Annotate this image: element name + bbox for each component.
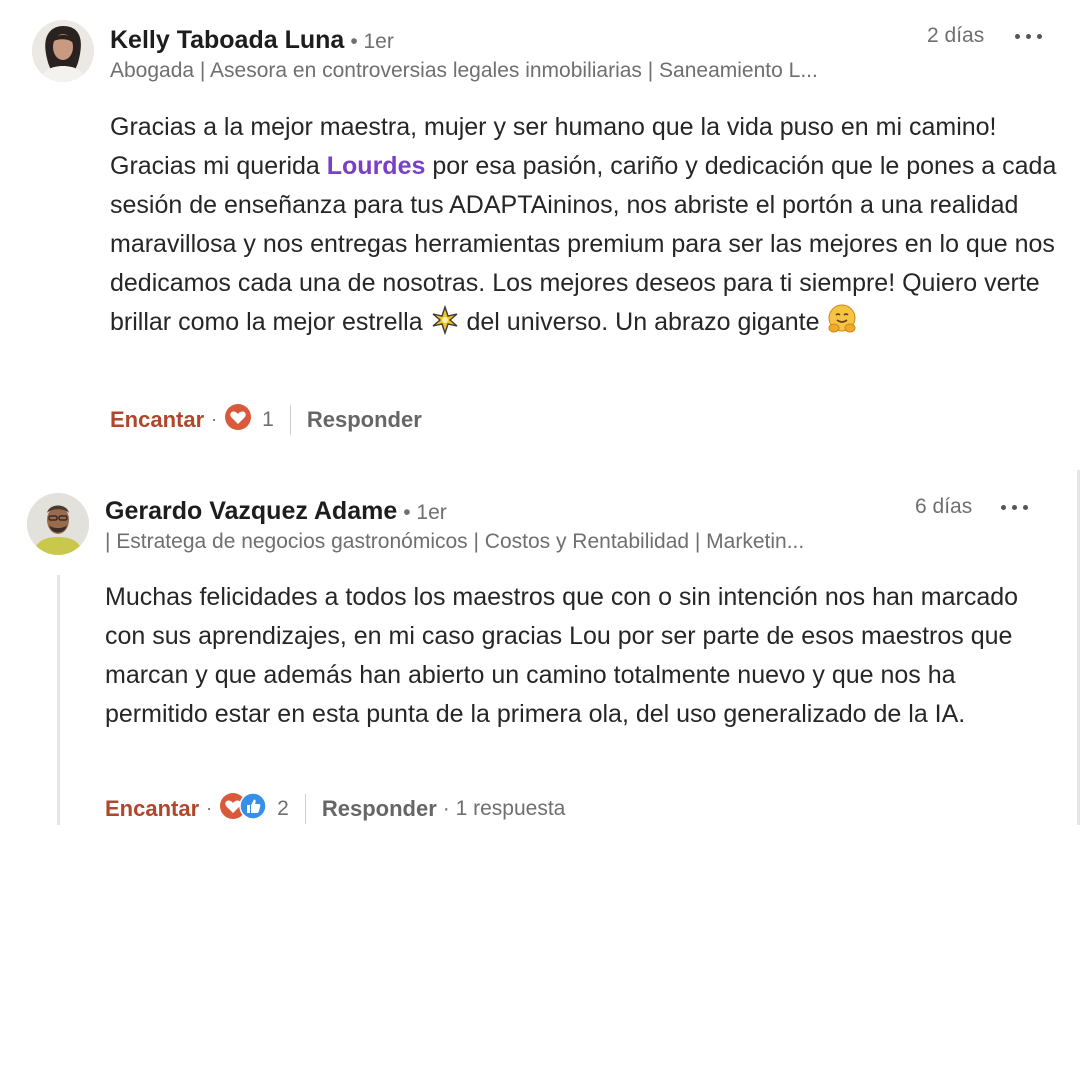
reaction-count[interactable]: 1 xyxy=(262,408,274,432)
comment-actions: Encantar · 1 Responder xyxy=(110,403,422,436)
like-reaction-icon xyxy=(239,792,267,825)
divider xyxy=(304,793,306,824)
comment-text: Muchas felicidades a todos los maestros … xyxy=(105,583,1019,728)
author-name[interactable]: Gerardo Vazquez Adame xyxy=(105,497,397,525)
comment-text: Gracias a la mejor maestra, mujer y ser … xyxy=(110,108,1060,347)
comment-gerardo: Gerardo Vazquez Adame • 1er | Estratega d… xyxy=(0,470,1080,830)
comment-kelly: Kelly Taboada Luna • 1er Abogada | Asesor… xyxy=(0,0,1080,450)
author-headline: Abogada | Asesora en controversias legal… xyxy=(110,59,818,82)
more-options-button[interactable] xyxy=(1000,500,1030,516)
hugging-face-icon xyxy=(826,303,858,347)
reply-button[interactable]: Responder xyxy=(322,796,437,822)
author-line: Kelly Taboada Luna • 1er xyxy=(110,26,394,55)
avatar[interactable] xyxy=(27,493,89,555)
love-action-button[interactable]: Encantar xyxy=(110,407,204,433)
divider xyxy=(289,404,291,435)
timestamp: 2 días xyxy=(927,24,985,47)
separator: · xyxy=(211,409,218,429)
connection-degree: • 1er xyxy=(403,501,447,524)
author-headline: | Estratega de negocios gastronómicos | … xyxy=(105,530,805,553)
author-name[interactable]: Kelly Taboada Luna xyxy=(110,26,344,54)
connection-degree: • 1er xyxy=(350,30,394,53)
love-action-button[interactable]: Encantar xyxy=(105,796,199,822)
reaction-count[interactable]: 2 xyxy=(277,797,289,821)
mention-link[interactable]: Lourdes xyxy=(327,152,426,180)
avatar[interactable] xyxy=(32,20,94,82)
timestamp: 6 días xyxy=(915,495,973,518)
separator: · xyxy=(206,798,213,818)
reply-button[interactable]: Responder xyxy=(307,407,422,433)
thread-line xyxy=(57,575,60,825)
reactions-summary[interactable] xyxy=(224,403,252,436)
replies-count-link[interactable]: · 1 respuesta xyxy=(443,797,566,821)
more-options-button[interactable] xyxy=(1014,29,1044,45)
comment-actions: Encantar · 2 Responder · 1 respuesta xyxy=(105,792,565,825)
love-reaction-icon xyxy=(224,403,252,436)
comment-text-part: del universo. Un abrazo gigante xyxy=(459,308,827,336)
reactions-summary[interactable] xyxy=(219,792,267,825)
author-line: Gerardo Vazquez Adame • 1er xyxy=(105,497,447,526)
sparkle-star-icon xyxy=(430,304,460,347)
